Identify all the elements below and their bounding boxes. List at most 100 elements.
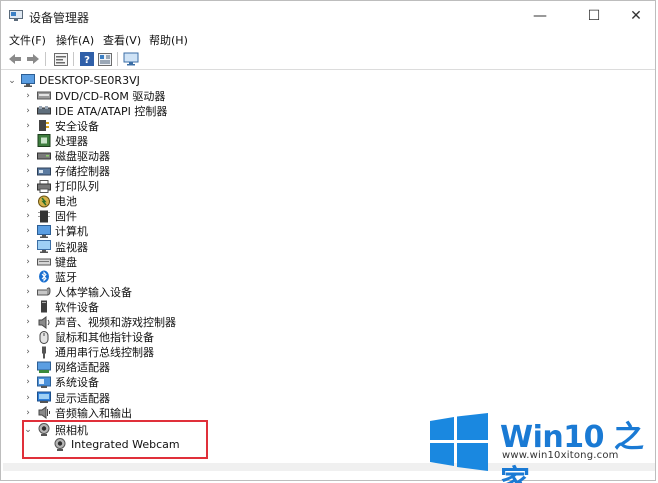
tree-category-item[interactable]: › 打印队列 [23, 179, 99, 194]
menu-action[interactable]: 操作(A) [56, 32, 94, 48]
tree-category-item[interactable]: › 音频输入和输出 [23, 405, 132, 420]
maximize-button[interactable]: ☐ [571, 1, 617, 30]
forward-icon[interactable] [25, 51, 41, 67]
tree-item-label: 声音、视频和游戏控制器 [55, 316, 176, 329]
tree-category-item[interactable]: › 鼠标和其他指针设备 [23, 330, 154, 345]
windows-logo-icon [430, 413, 488, 471]
tree-category-item[interactable]: › 固件 [23, 209, 77, 224]
tree-item-label: 音频输入和输出 [55, 406, 132, 420]
chevron-right-icon[interactable]: › [23, 317, 33, 327]
tree-item-label: 计算机 [55, 225, 88, 239]
chevron-right-icon[interactable]: › [23, 377, 33, 387]
printer-icon [37, 179, 51, 193]
tree-category-item[interactable]: › 计算机 [23, 224, 88, 239]
tree-item-label: 电池 [55, 195, 77, 209]
tree-category-item[interactable]: › 存储控制器 [23, 164, 110, 179]
tree-item-label: 通用串行总线控制器 [55, 346, 154, 360]
tree-category-item[interactable]: › 声音、视频和游戏控制器 [23, 315, 176, 330]
tree-item-label: 处理器 [55, 134, 88, 148]
ide-controller-icon [37, 104, 51, 117]
usb-icon [37, 346, 51, 359]
tree-item-label: 安全设备 [55, 119, 99, 133]
device-manager-window: 设备管理器 — ☐ ✕ 文件(F) 操作(A) 查看(V) 帮助(H) ? ⌄ … [0, 0, 656, 481]
tree-item-label: 固件 [55, 210, 77, 224]
chevron-right-icon[interactable]: › [23, 196, 33, 206]
device-manager-app-icon [9, 10, 23, 21]
tree-category-item[interactable]: › 人体学输入设备 [23, 284, 132, 299]
chevron-right-icon[interactable]: › [23, 257, 33, 267]
chevron-right-icon[interactable]: › [23, 242, 33, 252]
tree-category-item[interactable]: › 显示适配器 [23, 390, 110, 405]
watermark-url: www.win10xitong.com [502, 450, 619, 461]
tree-item-label: 系统设备 [55, 376, 99, 390]
menu-bar: 文件(F) 操作(A) 查看(V) 帮助(H) [1, 30, 655, 48]
chevron-right-icon[interactable]: › [23, 181, 33, 191]
system-device-icon [37, 376, 51, 389]
tree-category-item[interactable]: › 通用串行总线控制器 [23, 345, 154, 360]
toolbar-separator [45, 52, 46, 66]
tree-category-item[interactable]: › 网络适配器 [23, 360, 110, 375]
menu-view[interactable]: 查看(V) [103, 32, 141, 48]
tree-category-item[interactable]: › 磁盘驱动器 [23, 148, 110, 163]
tree-category-item[interactable]: › 系统设备 [23, 375, 99, 390]
chevron-right-icon[interactable]: › [23, 272, 33, 282]
tree-category-item[interactable]: › 电池 [23, 194, 77, 209]
tree-category-item[interactable]: › 键盘 [23, 254, 77, 269]
chevron-right-icon[interactable]: › [23, 136, 33, 146]
title-bar: 设备管理器 — ☐ ✕ [1, 1, 655, 30]
tree-item-label: 蓝牙 [55, 270, 77, 284]
chevron-down-icon[interactable]: ⌄ [7, 76, 17, 86]
tree-category-item[interactable]: › DVD/CD-ROM 驱动器 [23, 88, 165, 103]
mouse-icon [37, 330, 51, 344]
monitor-icon[interactable] [123, 51, 139, 67]
menu-help[interactable]: 帮助(H) [149, 32, 188, 48]
tree-category-item[interactable]: › 软件设备 [23, 299, 99, 314]
tree-category-item[interactable]: › 蓝牙 [23, 269, 77, 284]
chevron-right-icon[interactable]: › [23, 393, 33, 403]
tree-item-label: 存储控制器 [55, 165, 110, 178]
tree-item-label: 软件设备 [55, 300, 99, 314]
tree-category-item[interactable]: › 监视器 [23, 239, 88, 254]
toolbar-separator [117, 52, 118, 66]
dvd-drive-icon [37, 89, 51, 102]
computer-icon [21, 74, 35, 87]
tree-root[interactable]: ⌄ DESKTOP-SE0R3VJ [7, 73, 140, 88]
tree-item-label: 显示适配器 [55, 391, 110, 405]
tree-category-item[interactable]: › IDE ATA/ATAPI 控制器 [23, 103, 167, 118]
audio-io-icon [37, 406, 51, 420]
chevron-right-icon[interactable]: › [23, 347, 33, 357]
hid-icon [37, 285, 51, 298]
minimize-button[interactable]: — [517, 1, 563, 30]
tree-item-label: 鼠标和其他指针设备 [55, 331, 154, 345]
chevron-right-icon[interactable]: › [23, 106, 33, 116]
chevron-right-icon[interactable]: › [23, 226, 33, 236]
tree-category-item[interactable]: › 处理器 [23, 133, 88, 148]
chevron-right-icon[interactable]: › [23, 211, 33, 221]
firmware-icon [37, 210, 51, 223]
chevron-right-icon[interactable]: › [23, 91, 33, 101]
help-icon[interactable]: ? [79, 51, 95, 67]
chevron-right-icon[interactable]: › [23, 362, 33, 372]
close-button[interactable]: ✕ [613, 1, 658, 30]
display-adapter-icon [37, 391, 51, 404]
tree-item-label: DVD/CD-ROM 驱动器 [55, 89, 166, 103]
chevron-right-icon[interactable]: › [23, 151, 33, 161]
processor-icon [37, 134, 51, 148]
win10-watermark-logo: Win10 之家 www.win10xitong.com [430, 410, 652, 483]
chevron-right-icon[interactable]: › [23, 302, 33, 312]
chevron-right-icon[interactable]: › [23, 332, 33, 342]
chevron-right-icon[interactable]: › [23, 287, 33, 297]
menu-file[interactable]: 文件(F) [9, 32, 46, 48]
device-tree: ⌄ DESKTOP-SE0R3VJ › DVD/CD-ROM 驱动器 › IDE AT… [1, 71, 655, 461]
tree-category-item[interactable]: › 安全设备 [23, 118, 99, 133]
window-title: 设备管理器 [29, 11, 90, 25]
show-hidden-icon[interactable] [97, 51, 113, 67]
chevron-right-icon[interactable]: › [23, 166, 33, 176]
tree-item-label: 网络适配器 [55, 361, 110, 375]
chevron-right-icon[interactable]: › [23, 121, 33, 131]
chevron-right-icon[interactable]: › [23, 408, 33, 418]
highlight-box [22, 420, 208, 459]
back-icon[interactable] [7, 51, 23, 67]
properties-icon[interactable] [53, 51, 69, 67]
tree-item-label: 磁盘驱动器 [55, 149, 110, 163]
